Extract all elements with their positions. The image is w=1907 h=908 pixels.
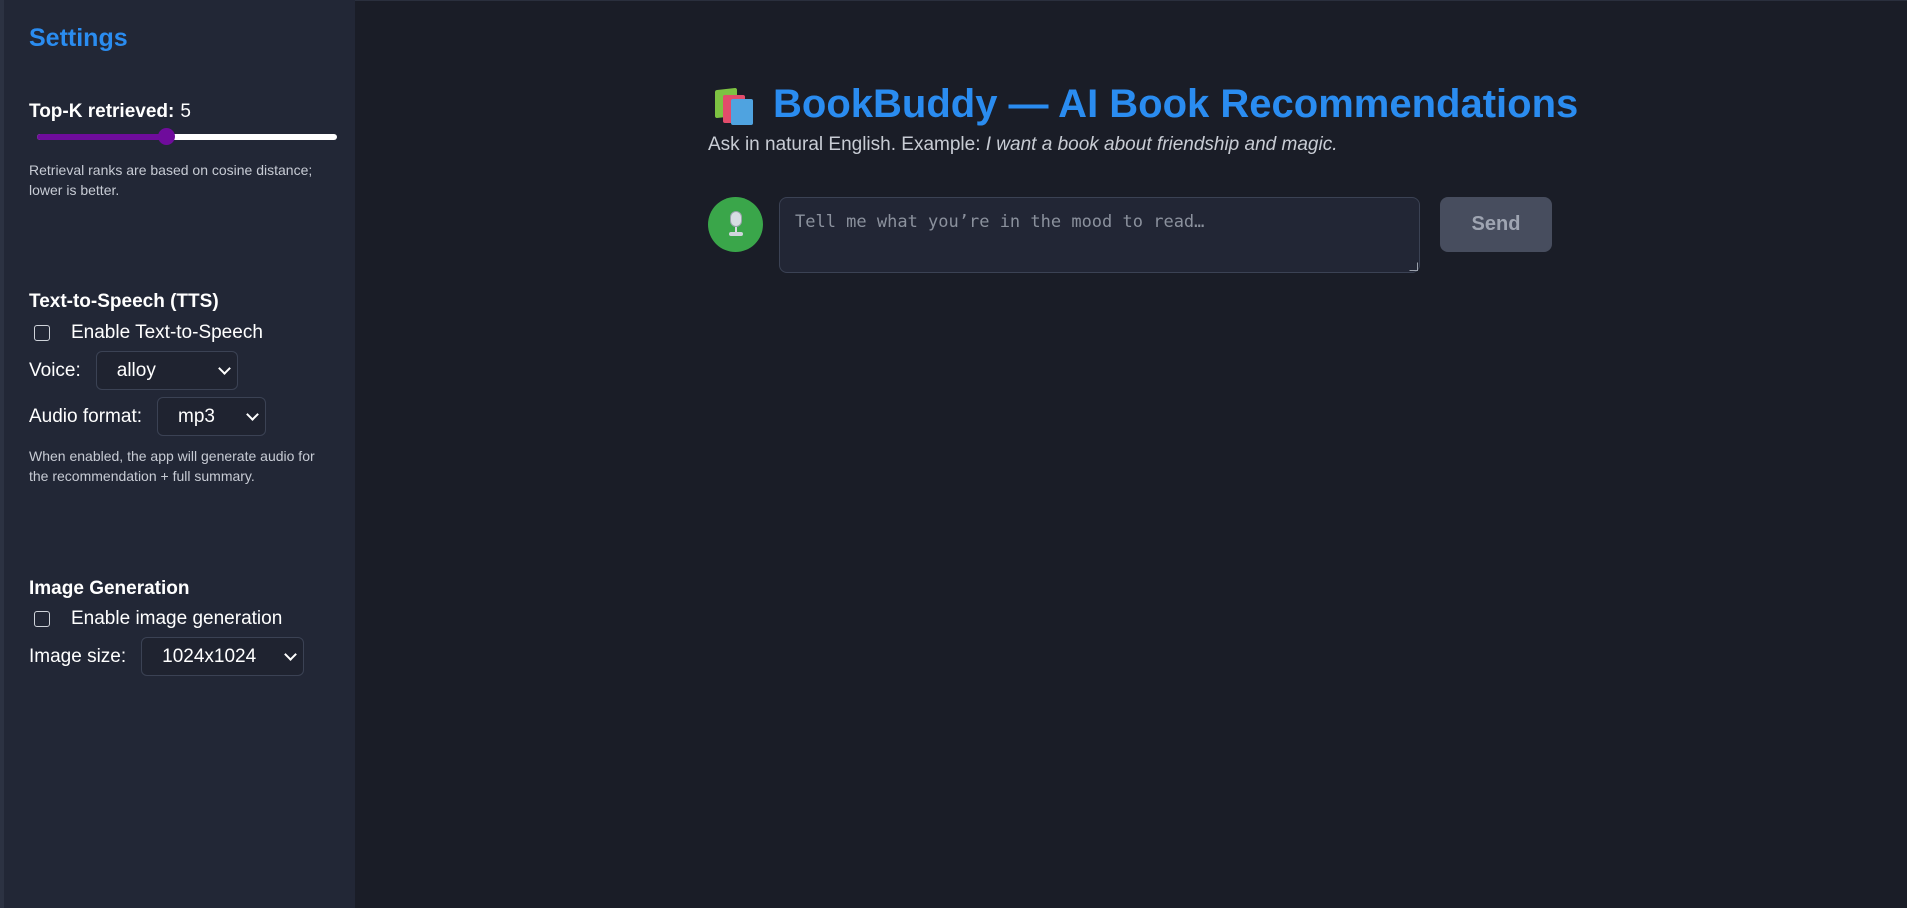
topk-label: Top-K retrieved:	[29, 101, 175, 122]
slider-thumb[interactable]	[158, 128, 175, 145]
subtitle-example: I want a book about friendship and magic…	[985, 134, 1338, 155]
tts-section-title: Text-to-Speech (TTS)	[29, 291, 219, 312]
image-enable-checkbox[interactable]	[34, 611, 50, 627]
microphone-button[interactable]	[708, 197, 763, 252]
subtitle-prefix: Ask in natural English. Example:	[708, 134, 986, 155]
image-size-label: Image size:	[29, 645, 127, 667]
retrieval-help-text: Retrieval ranks are based on cosine dist…	[29, 162, 313, 198]
image-section-title: Image Generation	[29, 578, 190, 599]
topk-slider[interactable]	[37, 128, 337, 145]
settings-sidebar: Settings Top-K retrieved: 5 Retrieval ran…	[0, 0, 355, 908]
image-size-select[interactable]: 1024x1024	[141, 637, 305, 676]
audio-format-label: Audio format:	[29, 405, 142, 427]
tts-help-text: When enabled, the app will generate audi…	[29, 448, 315, 484]
image-size-field: Image size: 1024x1024	[29, 637, 305, 676]
voice-label: Voice:	[29, 359, 81, 381]
topk-label-row: Top-K retrieved: 5	[29, 101, 191, 123]
image-enable-row[interactable]: Enable image generation	[34, 608, 282, 630]
chevron-down-icon	[246, 408, 259, 421]
image-size-select-value: 1024x1024	[162, 645, 257, 667]
voice-field: Voice: alloy	[29, 351, 238, 390]
image-enable-label: Enable image generation	[71, 608, 283, 629]
page-subtitle: Ask in natural English. Example: I want …	[708, 134, 1337, 156]
sidebar-title: Settings	[29, 24, 128, 52]
slider-fill	[37, 134, 166, 140]
send-button[interactable]: Send	[1440, 197, 1552, 252]
audio-format-select[interactable]: mp3	[157, 397, 266, 436]
topk-value: 5	[180, 101, 191, 122]
tts-enable-checkbox[interactable]	[34, 325, 50, 341]
microphone-icon	[725, 210, 747, 239]
app-window: Settings Top-K retrieved: 5 Retrieval ran…	[0, 0, 1907, 908]
audio-format-select-value: mp3	[178, 405, 215, 427]
page-header: BookBuddy — AI Book Recommendations	[713, 82, 1578, 127]
tts-enable-row[interactable]: Enable Text-to-Speech	[34, 322, 263, 344]
chevron-down-icon	[284, 648, 298, 661]
page-title: BookBuddy — AI Book Recommendations	[773, 82, 1579, 126]
voice-select-value: alloy	[116, 359, 156, 381]
books-icon	[713, 85, 757, 125]
audio-format-field: Audio format: mp3	[29, 397, 266, 436]
query-input[interactable]	[779, 197, 1420, 273]
chevron-down-icon	[217, 362, 231, 375]
voice-select[interactable]: alloy	[95, 351, 238, 390]
tts-enable-label: Enable Text-to-Speech	[71, 322, 263, 343]
